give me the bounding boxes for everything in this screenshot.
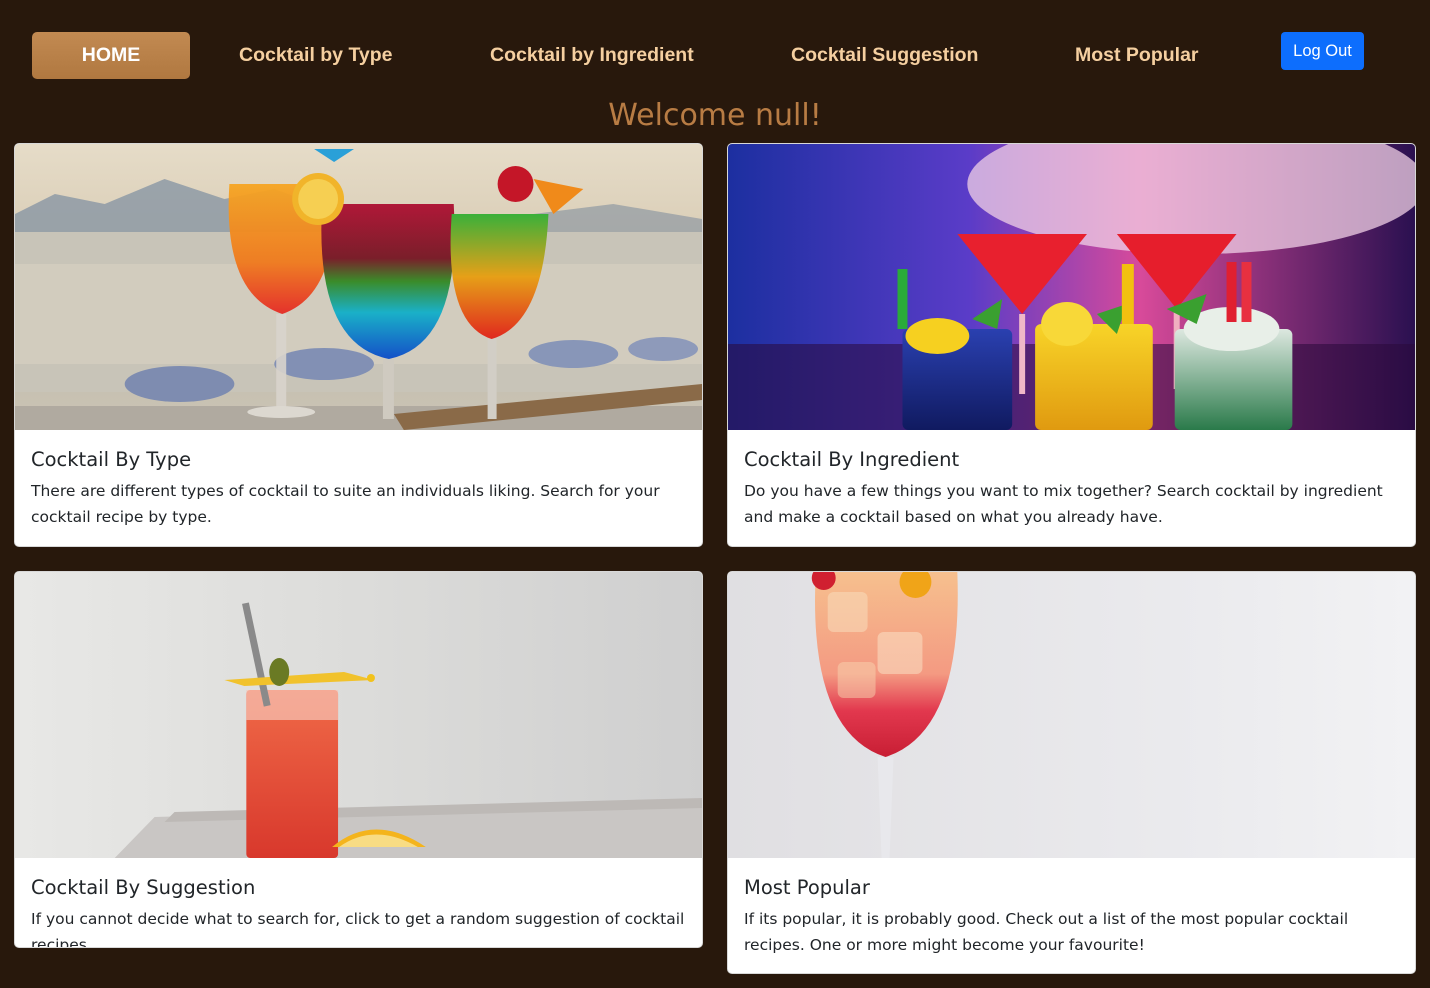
card-title: Cocktail By Type — [31, 448, 192, 471]
card-cocktail-by-suggestion[interactable]: Cocktail By Suggestion If you cannot dec… — [14, 571, 703, 948]
nav-most-popular[interactable]: Most Popular — [1075, 32, 1199, 79]
nav-cocktail-by-ingredient[interactable]: Cocktail by Ingredient — [490, 32, 694, 79]
welcome-heading: Welcome null! — [608, 98, 822, 133]
card-cocktail-by-ingredient[interactable]: Cocktail By Ingredient Do you have a few… — [727, 143, 1416, 547]
card-title: Cocktail By Suggestion — [31, 876, 256, 899]
nav-home[interactable]: HOME — [32, 32, 190, 79]
nav-cocktail-suggestion[interactable]: Cocktail Suggestion — [791, 32, 978, 79]
logout-button[interactable]: Log Out — [1281, 32, 1364, 70]
card-title: Most Popular — [744, 876, 870, 899]
card-image-layered-cocktails — [15, 144, 702, 430]
card-title: Cocktail By Ingredient — [744, 448, 960, 471]
card-image-bar-cocktails — [728, 144, 1415, 430]
card-cocktail-by-type[interactable]: Cocktail By Type There are different typ… — [14, 143, 703, 547]
card-image-red-cocktail — [15, 572, 702, 858]
card-description: Do you have a few things you want to mix… — [744, 482, 1383, 526]
card-image-peach-cocktail — [728, 572, 1415, 858]
card-description: There are different types of cocktail to… — [31, 482, 660, 526]
nav-cocktail-by-type[interactable]: Cocktail by Type — [239, 32, 393, 79]
top-navigation: HOME Cocktail by Type Cocktail by Ingred… — [0, 0, 1430, 100]
card-description: If you cannot decide what to search for,… — [31, 910, 685, 948]
card-description: If its popular, it is probably good. Che… — [744, 910, 1349, 954]
card-most-popular[interactable]: Most Popular If its popular, it is proba… — [727, 571, 1416, 974]
